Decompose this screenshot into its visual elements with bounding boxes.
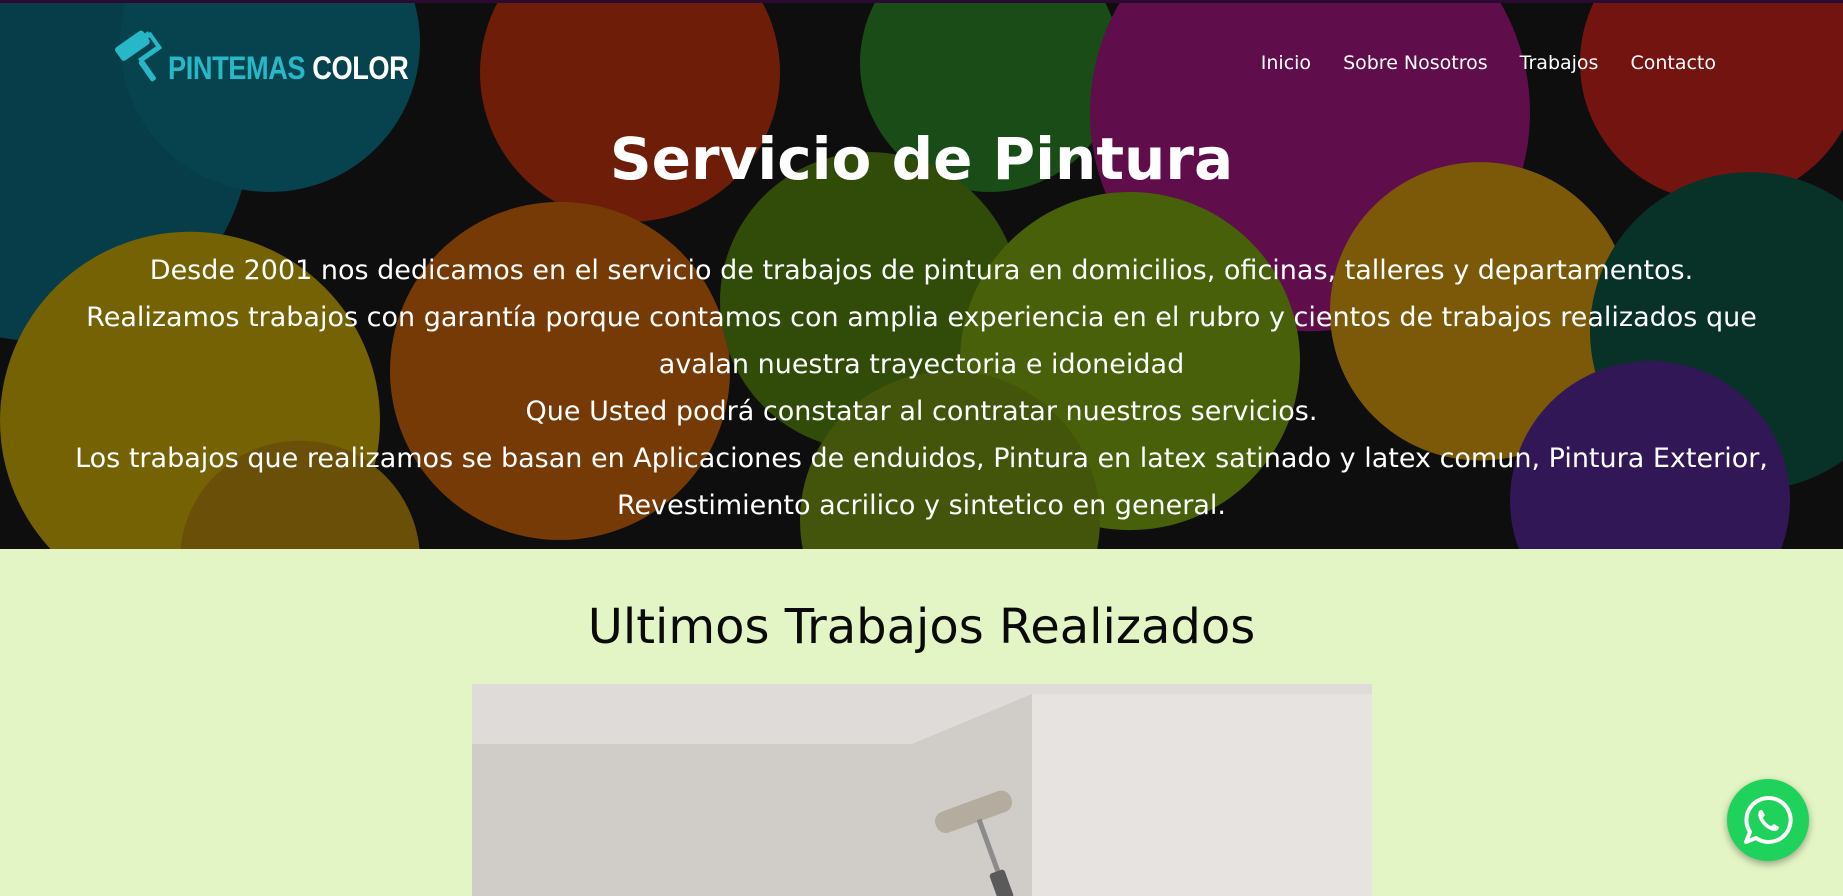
navbar: PINTEMAS COLOR Inicio Sobre Nosotros Tra…: [0, 3, 1843, 123]
whatsapp-icon: [1744, 795, 1793, 844]
hero-description: Desde 2001 nos dedicamos en el servicio …: [50, 247, 1793, 529]
site-logo[interactable]: PINTEMAS COLOR: [110, 27, 451, 89]
nav-trabajos[interactable]: Trabajos: [1520, 52, 1599, 74]
whatsapp-button[interactable]: [1727, 779, 1809, 861]
logo-word-pintemas: PINTEMAS: [168, 50, 306, 86]
nav-links: Inicio Sobre Nosotros Trabajos Contacto: [1261, 52, 1716, 74]
nav-sobre-nosotros[interactable]: Sobre Nosotros: [1343, 52, 1488, 74]
hero-line-1: Desde 2001 nos dedicamos en el servicio …: [149, 255, 1694, 286]
work-photo[interactable]: [472, 684, 1372, 896]
hero-line-4: Los trabajos que realizamos se basan en …: [75, 443, 1768, 521]
hero-line-2: Realizamos trabajos con garantía porque …: [86, 302, 1757, 380]
logo-text: PINTEMAS COLOR: [168, 50, 409, 87]
works-title: Ultimos Trabajos Realizados: [587, 599, 1256, 655]
nav-inicio[interactable]: Inicio: [1261, 52, 1311, 74]
hero-line-3: Que Usted podrá constatar al contratar n…: [525, 396, 1318, 427]
nav-contacto[interactable]: Contacto: [1630, 52, 1716, 74]
hero-section: PINTEMAS COLOR Inicio Sobre Nosotros Tra…: [0, 0, 1843, 549]
hero-title: Servicio de Pintura: [609, 125, 1234, 193]
paint-roller-icon: [115, 30, 163, 82]
logo-word-color: COLOR: [312, 50, 409, 86]
